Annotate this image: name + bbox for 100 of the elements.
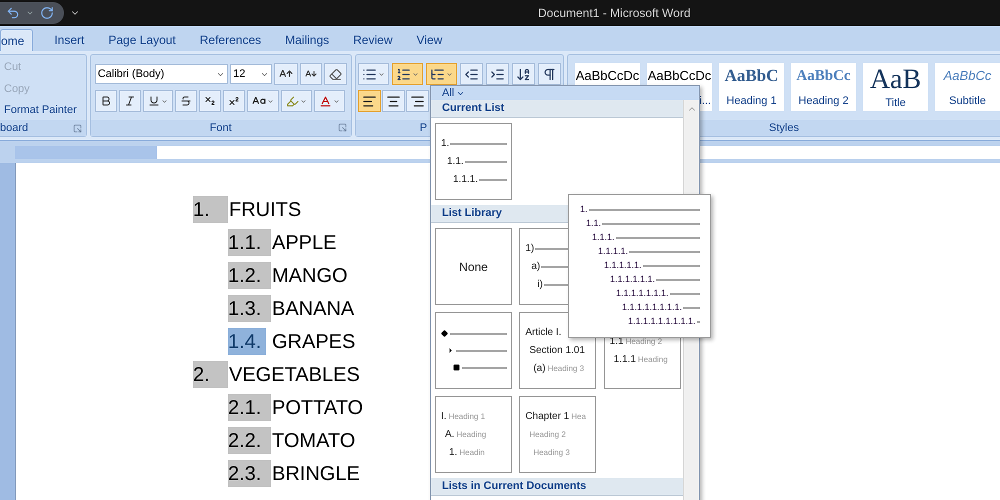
style-name: Subtitle bbox=[949, 94, 986, 108]
list-number: 1.1. bbox=[586, 217, 602, 230]
list-style-tile[interactable]: None bbox=[435, 228, 512, 305]
list-number: 1.1.1.1.1.1.1.1. bbox=[622, 301, 682, 314]
filter-dropdown[interactable]: All bbox=[431, 86, 699, 100]
caret-icon bbox=[332, 98, 340, 104]
style-sample: AaBbCcDc bbox=[648, 67, 712, 85]
list-item-text: POTTATO bbox=[271, 396, 364, 420]
caret-icon bbox=[300, 98, 307, 104]
redo-icon[interactable] bbox=[40, 6, 54, 20]
heading-preview: Heading 1 bbox=[448, 410, 486, 422]
paragraph-button[interactable] bbox=[358, 63, 389, 85]
caret-icon bbox=[446, 70, 453, 78]
change-case-button[interactable] bbox=[246, 90, 279, 112]
bold-icon bbox=[100, 95, 112, 107]
strikethrough-button[interactable] bbox=[174, 90, 197, 112]
grow-font-button[interactable] bbox=[274, 63, 298, 85]
dialog-launcher-icon[interactable] bbox=[72, 124, 82, 132]
strikethrough-icon bbox=[180, 95, 192, 107]
list-number: Article I. bbox=[525, 326, 562, 338]
underline-button[interactable] bbox=[142, 90, 173, 112]
align-button[interactable] bbox=[358, 90, 381, 112]
list-number: 1) bbox=[525, 243, 534, 254]
ribbon-tab[interactable]: Page Layout bbox=[97, 29, 187, 51]
subscript-button[interactable] bbox=[198, 90, 221, 112]
list-number: 1.1. bbox=[228, 229, 271, 256]
paragraph-button[interactable] bbox=[392, 63, 423, 85]
style-tile[interactable]: AaBbCc Subtitle bbox=[935, 63, 1000, 111]
list-item-text: VEGETABLES bbox=[228, 362, 360, 388]
list-number: 1.2. bbox=[228, 262, 271, 289]
bold-button[interactable] bbox=[94, 90, 117, 112]
paragraph-button[interactable] bbox=[538, 63, 561, 85]
list-style-tile[interactable] bbox=[435, 312, 512, 389]
italic-button[interactable] bbox=[118, 90, 141, 112]
caret-icon bbox=[266, 98, 274, 104]
caret-icon bbox=[412, 70, 419, 78]
clear-formatting-button[interactable] bbox=[324, 63, 347, 85]
superscript-icon bbox=[228, 95, 240, 107]
align-button[interactable] bbox=[382, 90, 405, 112]
caret-icon[interactable] bbox=[26, 9, 34, 17]
style-name: Heading 1 bbox=[726, 94, 777, 108]
style-tile[interactable]: AaB Title bbox=[863, 63, 928, 111]
dialog-launcher-icon[interactable] bbox=[338, 123, 347, 132]
style-sample: AaBbCcDc bbox=[576, 67, 640, 85]
align-center-icon bbox=[386, 94, 401, 108]
style-name: i... bbox=[699, 94, 712, 108]
paragraph-button[interactable] bbox=[460, 63, 483, 85]
font-size-field[interactable]: 12 bbox=[230, 64, 272, 84]
heading-preview: Heading 2 bbox=[529, 428, 566, 440]
group-label: P bbox=[420, 120, 428, 136]
ribbon-tab[interactable]: ome bbox=[0, 29, 34, 51]
heading-preview: Heading 3 bbox=[533, 446, 570, 458]
list-number: i) bbox=[537, 279, 543, 290]
numbered-list-icon bbox=[396, 66, 411, 82]
list-number: 1. bbox=[449, 446, 458, 458]
style-tile[interactable]: AaBbCc Heading 2 bbox=[791, 63, 856, 111]
list-style-tile[interactable]: I. Heading 1 A. Heading 1. Headin bbox=[435, 396, 512, 473]
tile-label: None bbox=[459, 258, 488, 276]
ribbon-tab[interactable]: View bbox=[406, 29, 454, 51]
bullet-list-icon bbox=[362, 66, 377, 82]
align-left-icon bbox=[362, 94, 377, 108]
font-size-value: 12 bbox=[233, 66, 246, 82]
ribbon-tab[interactable]: References bbox=[188, 29, 272, 51]
clipboard-command[interactable]: Format Painter bbox=[0, 102, 86, 118]
list-item-text: APPLE bbox=[271, 230, 336, 256]
pilcrow-icon bbox=[542, 66, 557, 82]
font-name-value: Calibri (Body) bbox=[98, 66, 164, 82]
list-number: Section 1.01 bbox=[529, 344, 585, 356]
caret-icon bbox=[378, 70, 385, 78]
list-number: 1.1.1.1.1. bbox=[604, 259, 642, 272]
group-label: Font bbox=[210, 120, 232, 136]
ribbon-tab[interactable]: Review bbox=[342, 29, 404, 51]
paragraph-button[interactable] bbox=[426, 63, 457, 85]
ribbon-tab[interactable]: Mailings bbox=[274, 29, 340, 51]
underline-icon bbox=[148, 95, 160, 107]
superscript-button[interactable] bbox=[222, 90, 245, 112]
ribbon-tab[interactable]: Insert bbox=[43, 29, 96, 51]
list-number: 1.3. bbox=[228, 295, 271, 322]
shrink-font-button[interactable] bbox=[300, 63, 322, 85]
list-number: 2.1. bbox=[228, 394, 271, 421]
heading-preview: Hea bbox=[571, 410, 586, 422]
sort-icon bbox=[516, 66, 531, 82]
list-style-tile[interactable]: 1. 1.1. 1.1.1. bbox=[435, 123, 512, 200]
paragraph-button[interactable] bbox=[512, 63, 535, 85]
font-name-field[interactable]: Calibri (Body) bbox=[94, 64, 228, 84]
font-color-button[interactable] bbox=[314, 90, 345, 112]
list-style-tile[interactable]: Chapter 1 Hea Heading 2 Heading 3 bbox=[519, 396, 596, 473]
heading-preview: Heading 3 bbox=[548, 362, 584, 374]
list-number: 1.1.1 bbox=[614, 354, 636, 366]
undo-icon[interactable] bbox=[6, 6, 20, 20]
style-sample: AaB bbox=[870, 65, 922, 95]
paragraph-button[interactable] bbox=[486, 63, 509, 85]
style-tile[interactable]: AaBbC Heading 1 bbox=[719, 63, 784, 111]
heading-preview: Headin bbox=[459, 446, 485, 458]
align-button[interactable] bbox=[406, 90, 429, 112]
style-name: Title bbox=[885, 96, 906, 111]
section-title: Current List bbox=[442, 101, 504, 116]
list-number: 1.1.1.1.1.1. bbox=[610, 273, 656, 286]
italic-icon bbox=[124, 95, 136, 107]
list-number: 1.4. bbox=[228, 328, 266, 355]
